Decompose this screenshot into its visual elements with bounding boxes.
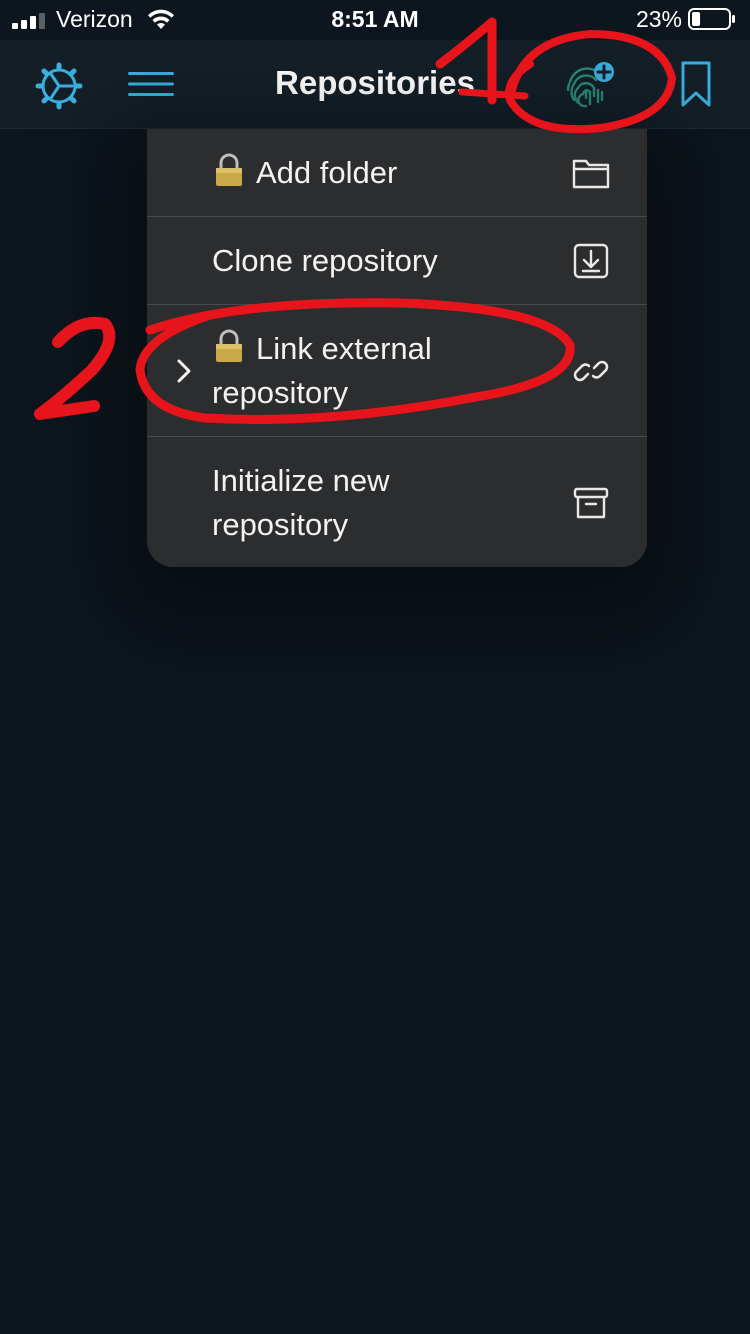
download-icon xyxy=(573,243,609,279)
menu-item-link-external-repository[interactable]: Link external repository xyxy=(147,305,647,437)
menu-item-label: Add folder xyxy=(256,155,398,190)
menu-item-label-line2: repository xyxy=(212,507,349,542)
menu-item-initialize-new-repository[interactable]: Initialize new repository xyxy=(147,437,647,567)
battery-percentage: 23% xyxy=(635,6,682,32)
menu-item-label-line2: repository xyxy=(212,375,349,410)
add-repository-menu: Add folder Clone repository Link externa… xyxy=(147,129,647,567)
page-title: Repositories xyxy=(275,64,475,101)
chevron-right-icon xyxy=(177,359,191,383)
menu-item-label: Clone repository xyxy=(212,243,438,278)
bookmark-icon[interactable] xyxy=(678,60,714,108)
link-icon xyxy=(573,360,609,382)
menu-item-clone-repository[interactable]: Clone repository xyxy=(147,217,647,305)
battery-icon xyxy=(688,8,735,30)
menu-item-add-folder[interactable]: Add folder xyxy=(147,129,647,217)
menu-item-label-line1: Link external xyxy=(256,331,432,366)
add-fingerprint-icon[interactable] xyxy=(562,60,616,110)
archive-icon xyxy=(573,487,609,519)
lock-icon xyxy=(216,153,242,186)
menu-item-label-line1: Initialize new xyxy=(212,463,390,498)
lock-icon xyxy=(216,329,242,362)
folder-icon xyxy=(572,159,610,189)
navigation-bar: Repositories xyxy=(0,40,750,129)
status-bar: Verizon 8:51 AM 23% xyxy=(0,0,750,40)
